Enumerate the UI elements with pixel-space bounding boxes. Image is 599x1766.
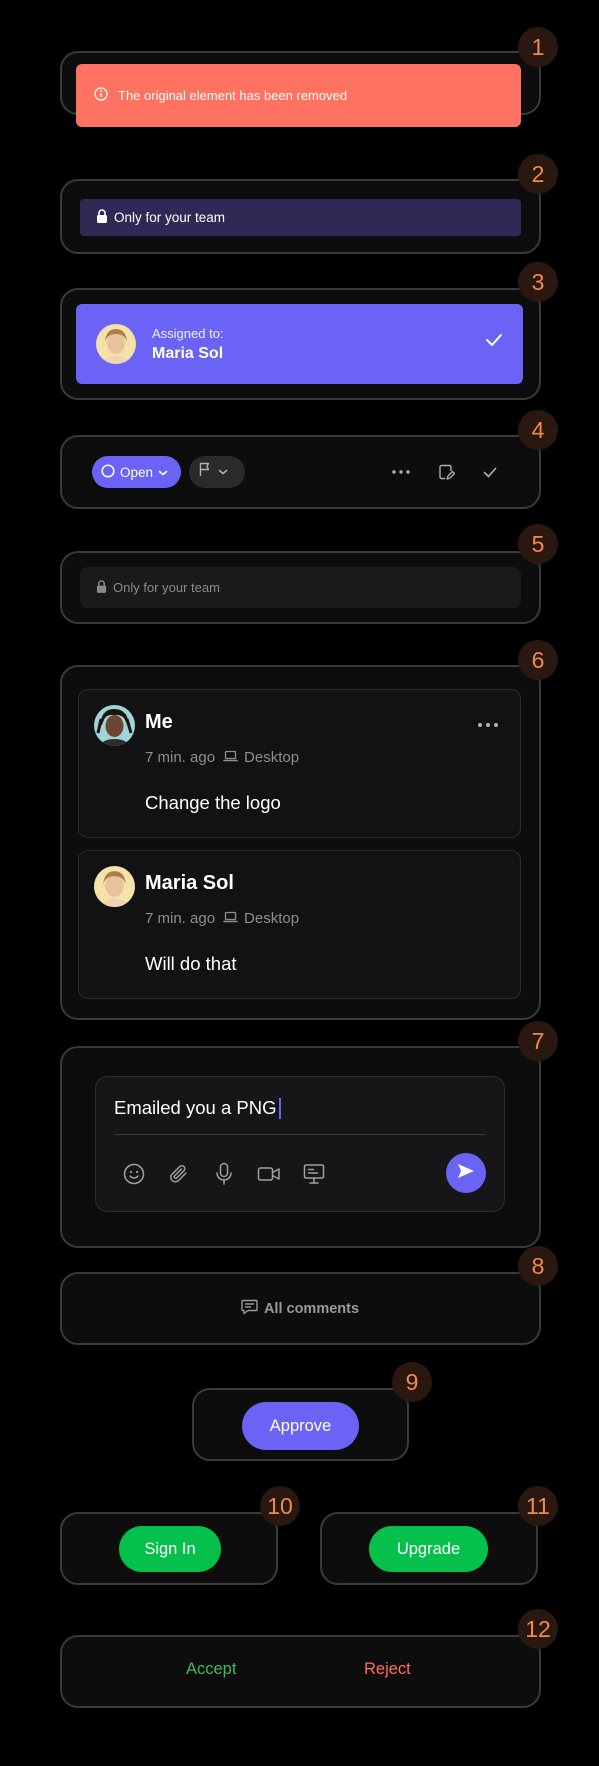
chevron-down-icon xyxy=(158,465,168,480)
comment-card: Maria Sol 7 min. ago Desktop Will do tha… xyxy=(78,850,521,999)
section-number-badge: 2 xyxy=(518,154,558,194)
all-comments-button[interactable]: All comments xyxy=(60,1272,540,1345)
section-number-badge: 4 xyxy=(518,410,558,450)
comment-card: Me 7 min. ago Desktop Change the logo xyxy=(78,689,521,838)
microphone-icon[interactable] xyxy=(212,1162,236,1186)
comment-input[interactable]: Emailed you a PNG xyxy=(114,1097,486,1135)
priority-dropdown[interactable] xyxy=(189,456,245,488)
team-only-banner: Only for your team xyxy=(80,199,521,236)
info-icon xyxy=(94,87,108,104)
reject-button[interactable]: Reject xyxy=(364,1660,411,1679)
assignee-name: Maria Sol xyxy=(152,344,224,362)
more-icon[interactable] xyxy=(387,458,415,486)
team-only-banner: Only for your team xyxy=(80,567,521,608)
section-number-badge: 10 xyxy=(260,1486,300,1526)
section-number-badge: 5 xyxy=(518,524,558,564)
comment-author: Me xyxy=(145,711,173,733)
send-icon xyxy=(457,1163,475,1184)
chevron-down-icon xyxy=(218,463,228,481)
team-banner-text: Only for your team xyxy=(113,580,220,595)
approve-button[interactable]: Approve xyxy=(242,1402,359,1450)
lock-icon xyxy=(96,579,107,596)
section-number-badge: 3 xyxy=(518,262,558,302)
status-dropdown[interactable]: Open xyxy=(92,456,181,488)
comments-icon xyxy=(241,1299,258,1319)
removed-banner-text: The original element has been removed xyxy=(118,88,348,103)
section-number-badge: 9 xyxy=(392,1362,432,1402)
comment-author: Maria Sol xyxy=(145,872,234,894)
frame-accept-reject xyxy=(60,1635,541,1708)
team-banner-text: Only for your team xyxy=(114,210,226,225)
comment-input-value: Emailed you a PNG xyxy=(114,1097,277,1118)
emoji-icon[interactable] xyxy=(122,1162,146,1186)
comment-meta: 7 min. ago Desktop xyxy=(145,910,299,927)
comment-meta: 7 min. ago Desktop xyxy=(145,749,299,766)
comment-composer: Emailed you a PNG xyxy=(95,1076,505,1212)
attachment-icon[interactable] xyxy=(167,1162,191,1186)
upgrade-button[interactable]: Upgrade xyxy=(369,1526,488,1572)
edit-note-icon[interactable] xyxy=(432,458,460,486)
comment-time: 7 min. ago xyxy=(145,910,216,927)
check-icon[interactable] xyxy=(476,458,504,486)
text-caret xyxy=(279,1098,281,1119)
comment-body: Will do that xyxy=(145,953,237,974)
laptop-icon xyxy=(223,749,238,766)
lock-icon xyxy=(96,209,108,226)
avatar xyxy=(94,866,135,907)
laptop-icon xyxy=(223,910,238,927)
check-icon[interactable] xyxy=(485,333,503,352)
removed-element-banner: The original element has been removed xyxy=(76,64,521,127)
screen-share-icon[interactable] xyxy=(302,1162,326,1186)
status-label: Open xyxy=(120,464,154,480)
section-number-badge: 12 xyxy=(518,1609,558,1649)
section-number-badge: 11 xyxy=(518,1486,558,1526)
accept-button[interactable]: Accept xyxy=(186,1660,236,1679)
assigned-card[interactable]: Assigned to: Maria Sol xyxy=(76,304,523,384)
comment-device: Desktop xyxy=(244,910,300,927)
comment-time: 7 min. ago xyxy=(145,749,216,766)
sign-in-button[interactable]: Sign In xyxy=(119,1526,221,1572)
more-icon[interactable] xyxy=(478,714,498,732)
avatar xyxy=(94,705,135,746)
section-number-badge: 7 xyxy=(518,1021,558,1061)
comment-body: Change the logo xyxy=(145,792,281,813)
section-number-badge: 1 xyxy=(518,27,558,67)
assigned-label: Assigned to: xyxy=(152,325,224,341)
all-comments-label: All comments xyxy=(263,1300,360,1317)
composer-toolbar xyxy=(122,1162,326,1186)
send-button[interactable] xyxy=(446,1153,486,1193)
circle-icon xyxy=(101,463,115,481)
video-icon[interactable] xyxy=(257,1162,281,1186)
flag-icon xyxy=(199,462,211,482)
section-number-badge: 6 xyxy=(518,640,558,680)
avatar xyxy=(96,324,136,364)
comment-device: Desktop xyxy=(244,749,300,766)
